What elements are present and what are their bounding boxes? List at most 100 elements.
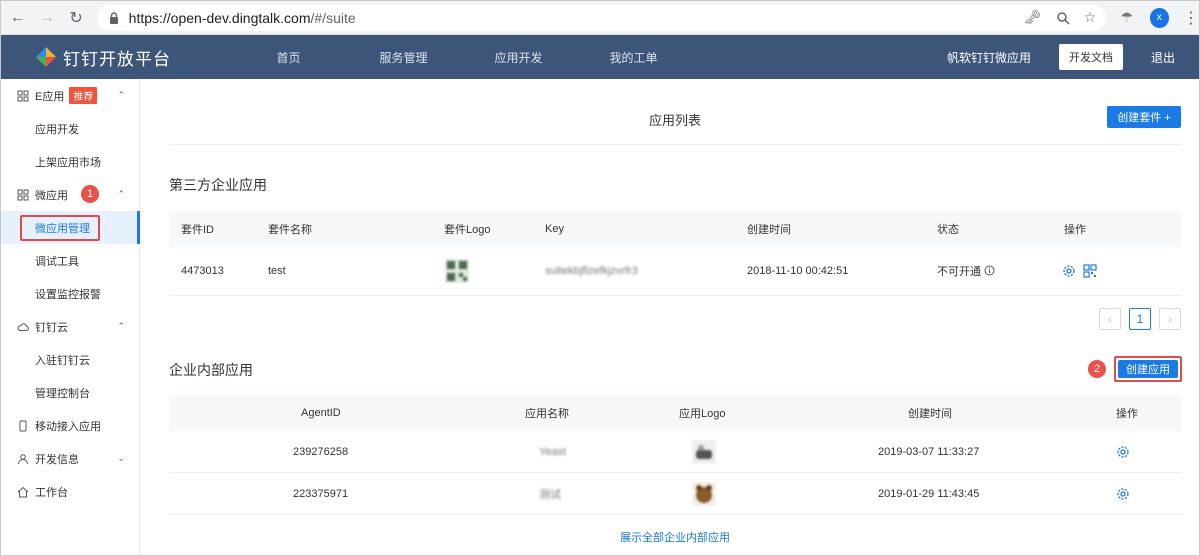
column-header: 套件名称 xyxy=(268,224,312,236)
column-header: 操作 xyxy=(1116,408,1138,420)
info-circle-icon[interactable] xyxy=(984,265,995,276)
sidebar-group-dev-info[interactable]: 开发信息 ⌄ xyxy=(1,442,139,475)
step-1-marker: 1 xyxy=(81,185,99,203)
column-header: 创建时间 xyxy=(908,408,952,420)
sidebar-group-label: 钉钉云 xyxy=(35,321,68,334)
sidebar-group-label: 微应用 xyxy=(35,189,68,202)
page-header: 应用列表 创建套件 + xyxy=(169,101,1181,145)
extension-icon[interactable]: ☂ xyxy=(1116,7,1137,29)
sidebar-item-label: 上架应用市场 xyxy=(35,156,101,169)
logout-link[interactable]: 退出 xyxy=(1151,49,1175,66)
home-icon xyxy=(17,486,29,497)
profile-avatar[interactable]: x xyxy=(1149,7,1169,28)
sidebar-group-label: 工作台 xyxy=(35,486,68,499)
column-header: 创建时间 xyxy=(747,224,791,236)
table-header: AgentID 应用名称 应用Logo 创建时间 操作 xyxy=(169,395,1181,431)
menu-home[interactable]: 首页 xyxy=(231,49,346,66)
organization-name[interactable]: 帆软钉钉微应用 xyxy=(947,49,1031,66)
forward-arrow-icon[interactable]: → xyxy=(34,5,59,31)
create-suite-button[interactable]: 创建套件 + xyxy=(1107,106,1181,128)
suite-key: suitekbjflzefkjzvrfr3 xyxy=(545,265,638,277)
column-header: 应用Logo xyxy=(679,408,726,420)
internal-section-title: 企业内部应用 xyxy=(169,362,253,378)
key-icon[interactable]: 🗝 xyxy=(1024,9,1042,26)
sidebar-item-label: 入驻钉钉云 xyxy=(35,354,90,367)
sidebar-group-dingtalk-cloud[interactable]: 钉钉云 ⌃ xyxy=(1,310,139,343)
annotation-highlight-box: 创建应用 xyxy=(1114,356,1182,382)
menu-service-management[interactable]: 服务管理 xyxy=(346,49,461,66)
sidebar-item-market-listing[interactable]: 上架应用市场 xyxy=(1,145,139,178)
more-menu-icon[interactable]: ⋮ xyxy=(1183,8,1199,28)
next-page-button[interactable]: › xyxy=(1159,308,1181,330)
table-header: 套件ID 套件名称 套件Logo Key 创建时间 状态 操作 xyxy=(169,211,1181,247)
lock-icon xyxy=(109,11,118,24)
cloud-icon xyxy=(17,322,29,331)
top-navigation: 钉钉开放平台 首页 服务管理 应用开发 我的工单 帆软钉钉微应用 开发文档 退出 xyxy=(1,35,1199,79)
brand-logo[interactable]: 钉钉开放平台 xyxy=(35,45,171,70)
app-logo-thumbnail xyxy=(692,482,716,506)
third-party-section-title: 第三方企业应用 xyxy=(169,177,267,193)
zoom-icon[interactable] xyxy=(1056,11,1070,25)
agent-id: 223375971 xyxy=(293,487,349,500)
sidebar-item-join-cloud[interactable]: 入驻钉钉云 xyxy=(1,343,139,376)
annotation-highlight-box xyxy=(20,215,100,241)
chevron-down-icon: ⌄ xyxy=(117,453,125,463)
sidebar-item-management-console[interactable]: 管理控制台 xyxy=(1,376,139,409)
table-row: 4473013 test suitekbjflzefkjzvrfr3 2018-… xyxy=(169,247,1181,296)
sidebar-item-mobile-access[interactable]: 移动接入应用 xyxy=(1,409,139,442)
url-path: /#/suite xyxy=(310,9,356,26)
app-name: 测试 xyxy=(539,488,561,501)
status-text: 不可开通 xyxy=(937,263,995,279)
grid-icon xyxy=(17,189,29,200)
browser-toolbar: ← → ↻ https://open-dev.dingtalk.com/#/su… xyxy=(1,1,1199,35)
page-number-button[interactable]: 1 xyxy=(1129,308,1151,330)
settings-gear-icon[interactable] xyxy=(1116,445,1130,459)
sidebar-group-e-app[interactable]: E应用 推荐 ⌃ xyxy=(1,79,139,112)
app-name: Yeast xyxy=(539,445,567,458)
screenshot-frame: ← → ↻ https://open-dev.dingtalk.com/#/su… xyxy=(0,0,1200,556)
column-header: Key xyxy=(545,223,564,235)
grid-icon xyxy=(17,90,29,101)
created-time: 2019-01-29 11:43:45 xyxy=(878,487,980,500)
create-app-button[interactable]: 创建应用 xyxy=(1118,360,1178,378)
sidebar-group-label: 开发信息 xyxy=(35,453,79,466)
sidebar-group-micro-app[interactable]: 微应用 ⌃ 1 xyxy=(1,178,139,211)
qr-code-icon[interactable] xyxy=(1083,264,1097,278)
created-time: 2018-11-10 00:42:51 xyxy=(747,265,849,277)
address-bar[interactable]: https://open-dev.dingtalk.com/#/suite 🗝 … xyxy=(96,4,1107,31)
back-arrow-icon[interactable]: ← xyxy=(5,5,30,31)
chevron-up-icon: ⌃ xyxy=(117,90,125,100)
brand-name: 钉钉开放平台 xyxy=(63,49,171,69)
sidebar-item-monitoring-alerts[interactable]: 设置监控报警 xyxy=(1,277,139,310)
column-header: AgentID xyxy=(301,407,341,419)
pagination: ‹ 1 › xyxy=(1099,308,1181,330)
menu-app-development[interactable]: 应用开发 xyxy=(461,49,576,66)
sidebar-item-workbench[interactable]: 工作台 xyxy=(1,475,139,508)
sidebar-group-label: 移动接入应用 xyxy=(35,420,101,433)
agent-id: 239276258 xyxy=(293,445,349,458)
app-logo-thumbnail xyxy=(692,440,716,464)
status-label: 不可开通 xyxy=(937,266,981,278)
settings-gear-icon[interactable] xyxy=(1116,487,1130,501)
sidebar-item-label: 管理控制台 xyxy=(35,387,90,400)
settings-gear-icon[interactable] xyxy=(1062,264,1076,278)
dingtalk-logo-icon xyxy=(36,47,56,67)
table-row: 239276258 Yeast 2019-03-07 11:33:27 xyxy=(169,431,1181,473)
column-header: 套件ID xyxy=(181,224,214,236)
menu-my-tickets[interactable]: 我的工单 xyxy=(576,49,691,66)
sidebar-item-app-development[interactable]: 应用开发 xyxy=(1,112,139,145)
sidebar-item-label: 应用开发 xyxy=(35,123,79,136)
prev-page-button[interactable]: ‹ xyxy=(1099,308,1121,330)
bookmark-star-icon[interactable]: ☆ xyxy=(1084,9,1097,26)
chevron-up-icon: ⌃ xyxy=(117,321,125,331)
suite-name: test xyxy=(268,265,286,277)
column-header: 应用名称 xyxy=(525,408,569,420)
created-time: 2019-03-07 11:33:27 xyxy=(878,445,980,458)
sidebar-item-micro-app-management[interactable]: 微应用管理 xyxy=(1,211,140,244)
sidebar-item-debug-tools[interactable]: 调试工具 xyxy=(1,244,139,277)
sidebar-group-label: E应用 xyxy=(35,90,65,103)
dev-docs-button[interactable]: 开发文档 xyxy=(1058,44,1123,70)
column-header: 状态 xyxy=(937,224,959,236)
reload-icon[interactable]: ↻ xyxy=(63,5,88,31)
show-all-internal-apps-link[interactable]: 展示全部企业内部应用 xyxy=(169,529,1181,545)
